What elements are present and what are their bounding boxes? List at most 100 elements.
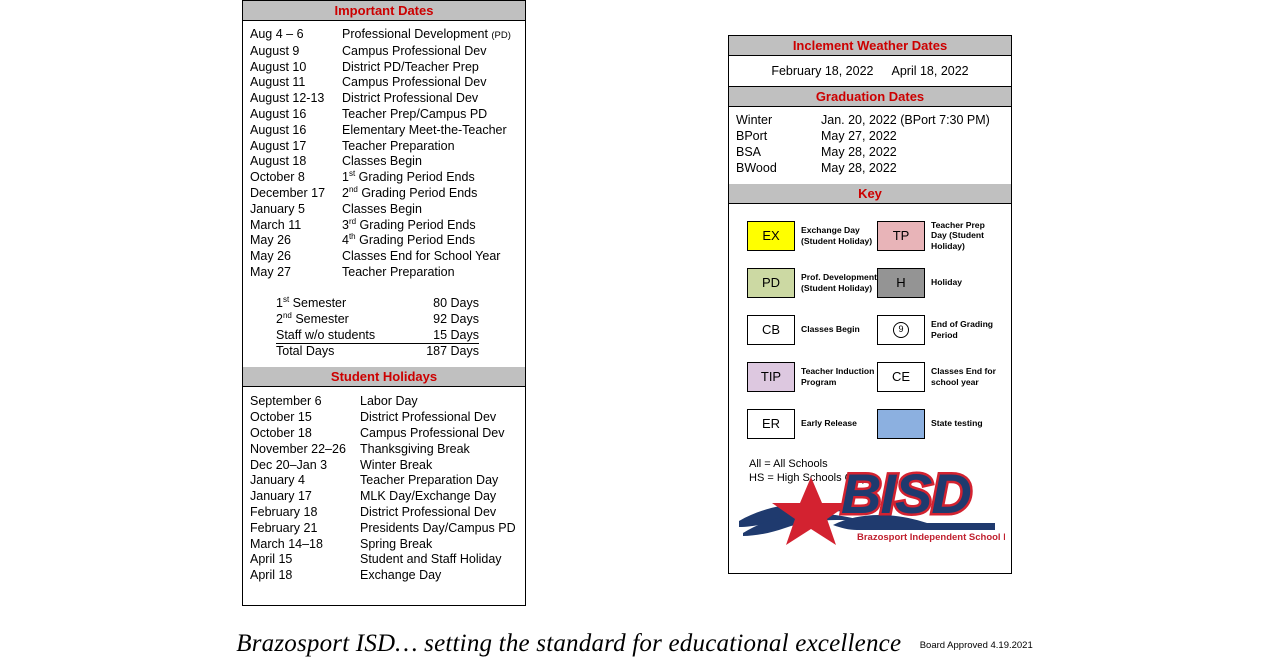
graduation-dates-header: Graduation Dates <box>729 87 1011 107</box>
graduation-date: May 28, 2022 <box>821 144 897 159</box>
important-date-event: Campus Professional Dev <box>342 75 487 90</box>
important-date-event: Teacher Preparation <box>342 138 455 153</box>
table-row: April 15 Student and Staff Holiday <box>243 552 525 568</box>
important-date-date: August 9 <box>250 43 300 58</box>
inclement-weather-header: Inclement Weather Dates <box>729 36 1011 56</box>
student-holiday-event: Teacher Preparation Day <box>360 473 499 488</box>
graduation-dates-list: Winter Jan. 20, 2022 (BPort 7:30 PM) BPort… <box>729 107 1011 184</box>
important-date-event: 4th Grading Period Ends <box>342 232 476 248</box>
table-row: August 16 Teacher Prep/Campus PD <box>243 107 525 123</box>
student-holiday-date: October 18 <box>250 425 312 440</box>
summary-row: 1st Semester 80 Days <box>243 294 525 312</box>
student-holidays-list: September 6 Labor Day October 15 District P… <box>243 387 525 584</box>
summary-row: Total Days 187 Days <box>243 344 525 360</box>
student-holiday-event: Thanksgiving Break <box>360 441 470 456</box>
end-of-grading-period-swatch: 9 <box>877 314 925 345</box>
semester-days-summary: 1st Semester 80 Days 2nd Semester 92 Days St… <box>243 294 525 368</box>
student-holiday-event: Labor Day <box>360 394 418 409</box>
summary-label: Total Days <box>276 344 335 359</box>
table-row: August 12-13 District Professional Dev <box>243 91 525 107</box>
footer: Brazosport ISD… setting the standard for… <box>0 630 1269 658</box>
key-item-label: State testing <box>931 418 983 429</box>
footer-tagline: Brazosport ISD… setting the standard for… <box>236 630 902 657</box>
key-item: EX Exchange Day (Student Holiday) <box>747 218 877 254</box>
teacher-induction-swatch: TIP <box>747 361 795 392</box>
summary-value: 187 Days <box>426 344 479 359</box>
student-holiday-event: District Professional Dev <box>360 504 497 519</box>
key-item-label: Prof. Development (Student Holiday) <box>801 272 877 293</box>
student-holidays-header: Student Holidays <box>243 367 525 388</box>
key-item-label: Teacher Induction Program <box>801 366 875 387</box>
important-date-date: December 17 <box>250 185 326 200</box>
important-dates-header: Important Dates <box>243 0 525 21</box>
key-item-label: Classes Begin <box>801 324 860 335</box>
student-holiday-date: November 22–26 <box>250 441 346 456</box>
important-date-date: August 11 <box>250 75 306 90</box>
student-holiday-date: Dec 20–Jan 3 <box>250 457 328 472</box>
important-date-date: Aug 4 – 6 <box>250 27 304 41</box>
table-row: August 18 Classes Begin <box>243 154 525 170</box>
important-date-date: May 27 <box>250 264 291 279</box>
classes-begin-swatch: CB <box>747 314 795 345</box>
early-release-swatch: ER <box>747 408 795 439</box>
important-date-event: Campus Professional Dev <box>342 43 487 58</box>
important-date-date: August 16 <box>250 122 307 137</box>
graduation-date: Jan. 20, 2022 (BPort 7:30 PM) <box>821 113 990 127</box>
important-date-event: 3rd Grading Period Ends <box>342 216 476 232</box>
summary-value: 15 Days <box>407 328 479 345</box>
graduation-row: Winter Jan. 20, 2022 (BPort 7:30 PM) <box>729 113 1011 129</box>
graduation-row: BPort May 27, 2022 <box>729 129 1011 145</box>
key-item-label: Classes End for school year <box>931 366 996 387</box>
important-dates-panel: Important Dates Aug 4 – 6 Professional De… <box>242 0 526 606</box>
table-row: August 11 Campus Professional Dev <box>243 75 525 91</box>
table-row: May 26 Classes End for School Year <box>243 249 525 265</box>
bisd-logo: BISD BISD Brazosport Independent School … <box>739 459 1005 545</box>
summary-label: Staff w/o students <box>276 328 407 345</box>
summary-label: 2nd Semester <box>276 310 349 326</box>
important-date-event: District Professional Dev <box>342 91 479 106</box>
student-holiday-event: District Professional Dev <box>360 410 497 425</box>
important-date-event: 2nd Grading Period Ends <box>342 184 478 200</box>
important-date-event: Classes Begin <box>342 154 422 169</box>
table-row: August 9 Campus Professional Dev <box>243 44 525 60</box>
key-item-label: Teacher Prep Day (Student Holiday) <box>931 219 985 251</box>
important-date-date: August 17 <box>250 138 307 153</box>
student-holiday-date: March 14–18 <box>250 536 323 551</box>
key-header: Key <box>729 183 1011 204</box>
student-holiday-event: MLK Day/Exchange Day <box>360 489 497 504</box>
important-date-date: January 5 <box>250 201 305 216</box>
key-column-left: EX Exchange Day (Student Holiday) PD Prof. D… <box>747 218 877 453</box>
table-row: January 4 Teacher Preparation Day <box>243 473 525 489</box>
graduation-school: Winter <box>736 113 773 127</box>
important-date-date: May 26 <box>250 249 291 264</box>
student-holiday-date: January 17 <box>250 489 312 504</box>
info-key-panel: Inclement Weather Dates February 18, 202… <box>728 35 1012 574</box>
board-approved-note: Board Approved 4.19.2021 <box>919 640 1033 651</box>
teacher-prep-swatch: TP <box>877 220 925 251</box>
key-item: TIP Teacher Induction Program <box>747 359 877 395</box>
table-row: January 5 Classes Begin <box>243 202 525 218</box>
key-item: TP Teacher Prep Day (Student Holiday) <box>877 218 1007 254</box>
key-item-label: Early Release <box>801 418 857 429</box>
important-date-date: August 10 <box>250 59 307 74</box>
key-item: H Holiday <box>877 265 1007 301</box>
important-date-date: August 16 <box>250 106 307 121</box>
important-date-date: March 11 <box>250 217 302 232</box>
important-date-event: Elementary Meet-the-Teacher <box>342 122 507 137</box>
graduation-date: May 28, 2022 <box>821 160 897 175</box>
student-holiday-date: April 18 <box>250 568 293 583</box>
student-holiday-event: Spring Break <box>360 536 433 551</box>
student-holiday-date: October 15 <box>250 410 312 425</box>
important-dates-list: Aug 4 – 6 Professional Development (PD) Au… <box>243 21 525 281</box>
exchange-day-swatch: EX <box>747 220 795 251</box>
graduation-school: BPort <box>736 128 768 143</box>
table-row: October 15 District Professional Dev <box>243 410 525 426</box>
summary-label: 1st Semester <box>276 294 347 310</box>
holiday-swatch: H <box>877 267 925 298</box>
prof-development-swatch: PD <box>747 267 795 298</box>
student-holiday-date: September 6 <box>250 394 322 409</box>
key-item-label: Exchange Day (Student Holiday) <box>801 225 873 246</box>
table-row: November 22–26 Thanksgiving Break <box>243 442 525 458</box>
summary-value: 92 Days <box>433 311 479 326</box>
key-item-label: End of Grading Period <box>931 319 994 340</box>
